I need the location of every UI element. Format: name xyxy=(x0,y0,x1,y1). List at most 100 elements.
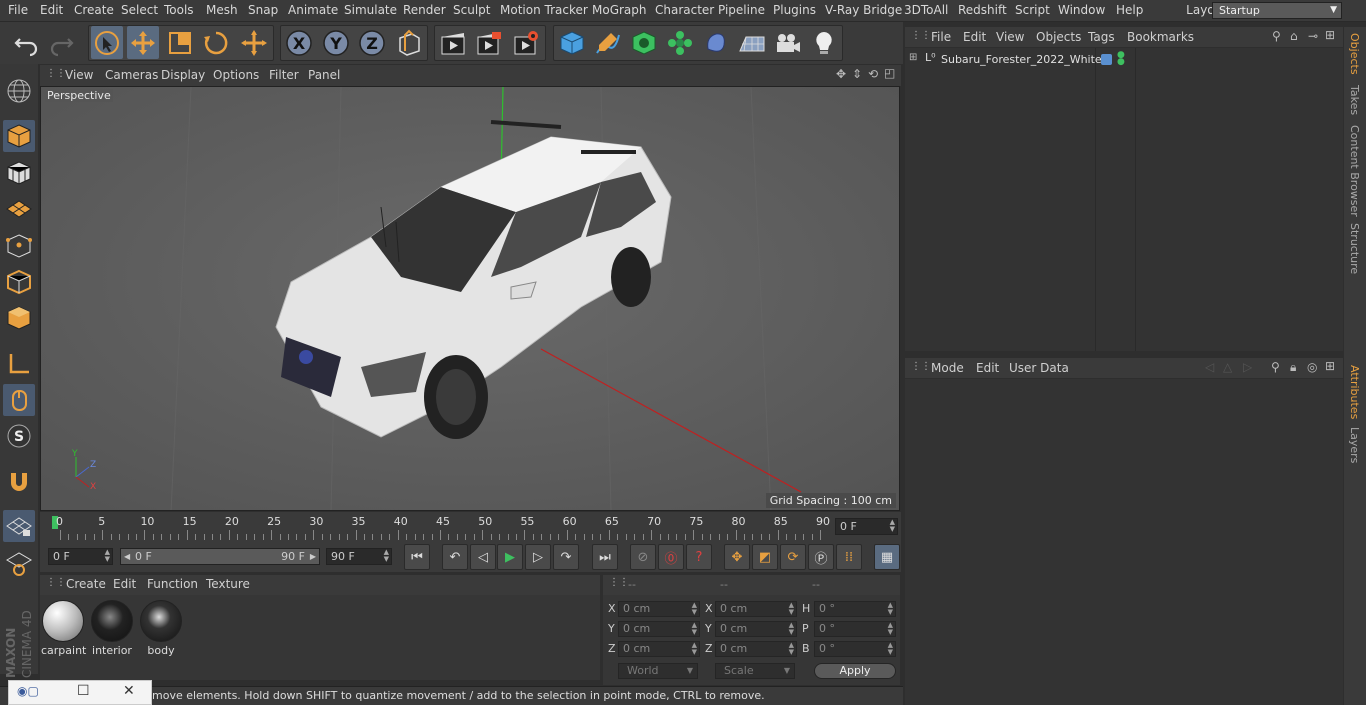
z-axis-button[interactable]: Z xyxy=(356,26,388,59)
timeline-window-button[interactable]: ▦ xyxy=(874,544,900,570)
pos-y-field[interactable]: 0 cm ▲ ▼ xyxy=(618,621,700,637)
viewport-menu-cameras[interactable]: Cameras xyxy=(105,68,158,82)
layer-color-swatch[interactable] xyxy=(1101,54,1112,65)
lock-icon[interactable]: 🔒︎ xyxy=(1290,360,1296,375)
menu-snap[interactable]: Snap xyxy=(248,3,278,17)
menu-sculpt[interactable]: Sculpt xyxy=(453,3,490,17)
viewport-menu-options[interactable]: Options xyxy=(213,68,259,82)
arrow-left-icon[interactable]: ◁ xyxy=(1205,360,1214,374)
menu-motion-tracker[interactable]: Motion Tracker xyxy=(500,3,588,17)
objects-menu-view[interactable]: View xyxy=(996,30,1024,44)
rotation-key-button[interactable]: ⟳ xyxy=(780,544,806,570)
parameter-key-button[interactable]: Ⓟ xyxy=(808,544,834,570)
keyframe-selection-button[interactable]: ? xyxy=(686,544,712,570)
viewport-menu-panel[interactable]: Panel xyxy=(308,68,340,82)
point-level-key-button[interactable]: ⁞⁞ xyxy=(836,544,862,570)
point-mode-button[interactable] xyxy=(3,230,35,262)
floor-button[interactable] xyxy=(736,26,768,59)
rotate-view-icon[interactable]: ⟲ xyxy=(868,67,878,81)
edge-mode-button[interactable] xyxy=(3,266,35,298)
make-editable-button[interactable] xyxy=(3,75,35,107)
pos-z-field[interactable]: 0 cm ▲ ▼ xyxy=(618,641,700,657)
menu-edit[interactable]: Edit xyxy=(40,3,63,17)
search-icon[interactable]: ⚲ xyxy=(1272,29,1281,43)
app-restore-icon[interactable]: ◉▢ xyxy=(17,684,39,698)
menu-vray-bridge[interactable]: V-Ray Bridge xyxy=(825,3,902,17)
zoom-view-icon[interactable]: ⇕ xyxy=(852,67,862,81)
tab-structure[interactable]: Structure xyxy=(1348,223,1361,274)
camera-button[interactable] xyxy=(772,26,804,59)
apply-button[interactable]: Apply xyxy=(814,663,896,679)
x-axis-button[interactable]: X xyxy=(283,26,315,59)
timeline-ruler[interactable]: 0 5 10 15 20 25 30 35 40 45 50 55 60 65 70 75 80 85 90 0 F… xyxy=(40,512,901,542)
attr-menu-edit[interactable]: Edit xyxy=(976,361,999,375)
material-menu-texture[interactable]: Texture xyxy=(206,577,250,591)
undo-button[interactable] xyxy=(10,26,42,59)
frame-range-slider[interactable]: ◀ 0 F 90 F ▶ xyxy=(120,548,320,565)
coordinate-system-button[interactable] xyxy=(393,26,425,59)
render-picture-viewer-button[interactable] xyxy=(473,26,505,59)
grid-snap-button[interactable] xyxy=(3,510,35,542)
material-menu-edit[interactable]: Edit xyxy=(113,577,136,591)
solo-button[interactable]: S xyxy=(3,420,35,452)
next-key-button[interactable]: ↷ xyxy=(553,544,579,570)
menu-simulate[interactable]: Simulate xyxy=(344,3,397,17)
subdivision-button[interactable] xyxy=(628,26,660,59)
cloner-button[interactable] xyxy=(664,26,696,59)
3d-viewport[interactable]: Y Z X Perspective Grid Spacing : 100 cm xyxy=(40,86,900,511)
select-tool-button[interactable] xyxy=(91,26,123,59)
menu-mograph[interactable]: MoGraph xyxy=(592,3,647,17)
play-button[interactable]: ▶ xyxy=(497,544,523,570)
tab-objects[interactable]: Objects xyxy=(1348,33,1361,75)
attr-menu-user-data[interactable]: User Data xyxy=(1009,361,1069,375)
previous-key-button[interactable]: ↶ xyxy=(442,544,468,570)
menu-window[interactable]: Window xyxy=(1058,3,1105,17)
layout-dropdown[interactable]: Startup ▼ xyxy=(1212,2,1342,19)
size-y-field[interactable]: 0 cm ▲ ▼ xyxy=(715,621,797,637)
viewport-menu-display[interactable]: Display xyxy=(161,68,205,82)
material-menu-function[interactable]: Function xyxy=(147,577,198,591)
size-z-field[interactable]: 0 cm ▲ ▼ xyxy=(715,641,797,657)
redo-button[interactable] xyxy=(46,26,78,59)
expand-icon[interactable]: ⊞ xyxy=(909,52,917,63)
arrow-up-icon[interactable]: △ xyxy=(1223,360,1232,374)
deformer-button[interactable] xyxy=(700,26,732,59)
coordinate-mode-dropdown[interactable]: World ▼ xyxy=(618,663,698,679)
render-settings-button[interactable] xyxy=(510,26,542,59)
menu-file[interactable]: File xyxy=(8,3,28,17)
tab-content-browser[interactable]: Content Browser xyxy=(1348,125,1361,217)
go-to-start-button[interactable]: ⏮ xyxy=(404,544,430,570)
previous-frame-button[interactable]: ◁ xyxy=(470,544,496,570)
menu-mesh[interactable]: Mesh xyxy=(206,3,238,17)
go-to-end-button[interactable]: ⏭ xyxy=(592,544,618,570)
material-body[interactable]: body xyxy=(139,600,183,657)
cube-button[interactable] xyxy=(556,26,588,59)
new-panel-icon[interactable]: ⊞ xyxy=(1325,28,1335,42)
rot-h-field[interactable]: 0 ° ▲ ▼ xyxy=(814,601,896,617)
polygon-mode-button[interactable] xyxy=(3,302,35,334)
move-tool-button[interactable] xyxy=(127,26,159,59)
viewport-menu-filter[interactable]: Filter xyxy=(269,68,299,82)
objects-menu-file[interactable]: File xyxy=(931,30,951,44)
viewport-menu-view[interactable]: View xyxy=(65,68,93,82)
snap-button[interactable] xyxy=(3,466,35,498)
rot-p-field[interactable]: 0 ° ▲ ▼ xyxy=(814,621,896,637)
tab-takes[interactable]: Takes xyxy=(1348,85,1361,115)
material-carpaint[interactable]: carpaint xyxy=(41,600,86,657)
home-icon[interactable]: ⌂ xyxy=(1290,29,1298,43)
object-name[interactable]: Subaru_Forester_2022_White xyxy=(941,53,1102,66)
attr-menu-mode[interactable]: Mode xyxy=(931,361,964,375)
scale-key-button[interactable]: ◩ xyxy=(752,544,778,570)
pan-view-icon[interactable]: ✥ xyxy=(836,67,846,81)
pos-x-field[interactable]: 0 cm ▲ ▼ xyxy=(618,601,700,617)
arrow-right-icon[interactable]: ▷ xyxy=(1243,360,1252,374)
scale-tool-button[interactable] xyxy=(164,26,196,59)
new-panel-icon[interactable]: ⊞ xyxy=(1325,359,1335,373)
objects-menu-objects[interactable]: Objects xyxy=(1036,30,1081,44)
menu-redshift[interactable]: Redshift xyxy=(958,3,1007,17)
axis-mode-button[interactable] xyxy=(3,348,35,380)
menu-plugins[interactable]: Plugins xyxy=(773,3,816,17)
objects-menu-tags[interactable]: Tags xyxy=(1088,30,1115,44)
record-keys-button[interactable]: ⊘ xyxy=(630,544,656,570)
menu-animate[interactable]: Animate xyxy=(288,3,338,17)
